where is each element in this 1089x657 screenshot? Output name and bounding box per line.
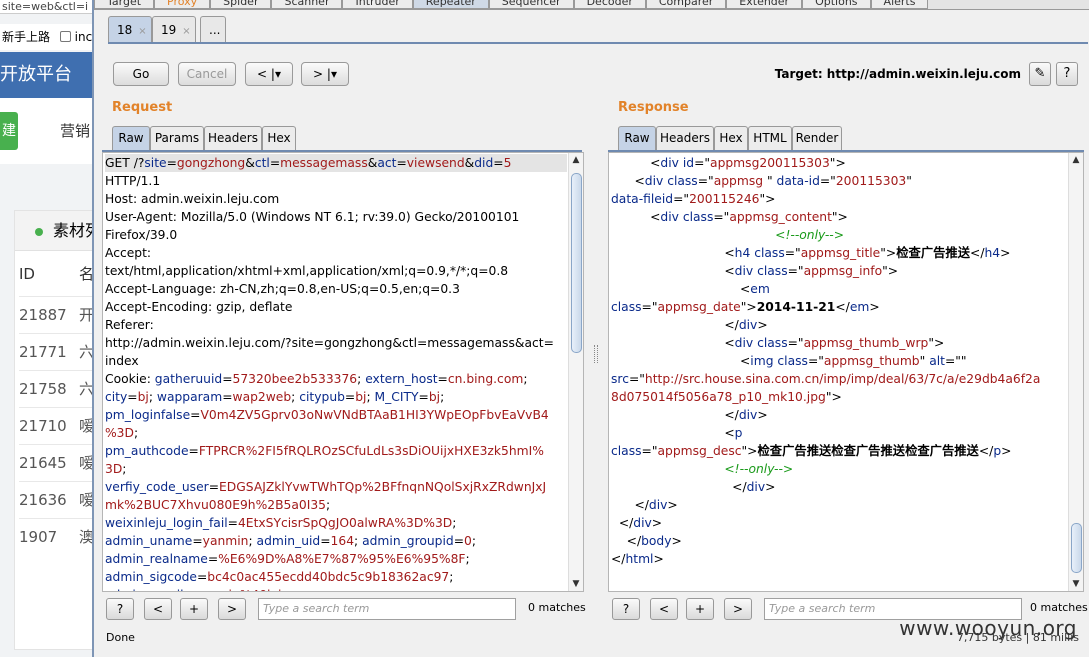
search-add-button[interactable]: + [686, 598, 714, 620]
help-icon[interactable]: ? [1056, 62, 1078, 86]
close-icon[interactable]: × [182, 26, 190, 37]
browser-url-bar[interactable]: site=web&ctl=i [0, 0, 95, 14]
request-text[interactable]: GET /?site=gongzhong&ctl=messagemass&act… [103, 153, 567, 591]
scroll-down-arrow-icon[interactable]: ▼ [1069, 577, 1083, 591]
burp-repeater-window: Target Proxy Spider Scanner Intruder Repeater… [92, 0, 1089, 657]
tab-target[interactable]: Target [94, 0, 155, 9]
table-row[interactable]: 21645 嗳 [19, 444, 95, 481]
new-tab-button[interactable]: ... [200, 16, 226, 42]
table-row[interactable]: 21636 嗳 [19, 481, 95, 518]
table-row[interactable]: 21758 六 [19, 370, 95, 407]
menu-marketing[interactable]: 营销 [60, 120, 90, 141]
request-search-bar: ? < + > Type a search term 0 matches [106, 598, 586, 620]
request-tab-19[interactable]: 19 × [152, 16, 196, 42]
bookmark-inc[interactable]: inc [75, 30, 93, 44]
status-dot-icon [35, 228, 43, 236]
tab-intruder[interactable]: Intruder [342, 0, 413, 9]
target-label: Target: http://admin.weixin.leju.com [774, 67, 1021, 81]
response-tab-headers[interactable]: Headers [656, 126, 714, 150]
tab-repeater[interactable]: Repeater [412, 0, 489, 9]
request-editor[interactable]: GET /?site=gongzhong&ctl=messagemass&act… [102, 152, 584, 592]
platform-header: 开放平台 [0, 52, 95, 98]
bookmarks-bar: 新手上路 inc [0, 24, 95, 50]
scroll-down-arrow-icon[interactable]: ▼ [569, 577, 583, 591]
table-row[interactable]: 21887 开 [19, 296, 95, 333]
request-tab-raw[interactable]: Raw [112, 126, 150, 150]
request-match-count: 0 matches [528, 601, 586, 614]
response-title: Response [618, 100, 689, 115]
request-search-input[interactable]: Type a search term [258, 598, 516, 620]
scroll-up-arrow-icon[interactable]: ▲ [1069, 153, 1083, 167]
request-tab-18[interactable]: 18 × [108, 16, 152, 42]
back-button[interactable]: < |▾ [245, 62, 293, 86]
search-next-button[interactable]: > [724, 598, 752, 620]
tab-divider [108, 42, 1088, 44]
close-icon[interactable]: × [138, 26, 146, 37]
search-help-button[interactable]: ? [612, 598, 640, 620]
scroll-thumb[interactable] [1071, 523, 1082, 573]
material-panel-header: 素材列 [15, 211, 95, 251]
response-scrollbar[interactable]: ▲ ▼ [1068, 153, 1083, 591]
tool-tabs: Target Proxy Spider Scanner Intruder Repeater… [94, 0, 1089, 10]
response-text[interactable]: <div id="appmsg200115303"> <div class="a… [609, 153, 1067, 591]
request-tab-hex[interactable]: Hex [262, 126, 296, 150]
request-title: Request [112, 100, 173, 115]
tab-options[interactable]: Options [802, 0, 871, 9]
search-prev-button[interactable]: < [144, 598, 172, 620]
tab-sequencer[interactable]: Sequencer [488, 0, 574, 9]
watermark: www.wooyun.org [899, 616, 1077, 640]
response-editor[interactable]: <div id="appmsg200115303"> <div class="a… [608, 152, 1084, 592]
response-tab-html[interactable]: HTML [748, 126, 792, 150]
col-id: ID [19, 265, 35, 283]
search-next-button[interactable]: > [218, 598, 246, 620]
request-scrollbar[interactable]: ▲ ▼ [568, 153, 583, 591]
tab-scanner[interactable]: Scanner [271, 0, 343, 9]
scroll-up-arrow-icon[interactable]: ▲ [569, 153, 583, 167]
tab-proxy[interactable]: Proxy [154, 0, 211, 9]
tab-extender[interactable]: Extender [726, 0, 803, 9]
tab-spider[interactable]: Spider [210, 0, 272, 9]
request-tab-headers[interactable]: Headers [204, 126, 262, 150]
background-browser-page: site=web&ctl=i 新手上路 inc 开放平台 建 营销 素材列 ID… [0, 0, 95, 657]
platform-title: 开放平台 [0, 64, 72, 85]
search-prev-button[interactable]: < [650, 598, 678, 620]
table-row[interactable]: 1907 澳 [19, 518, 95, 555]
split-pane-handle[interactable] [594, 345, 598, 363]
material-table-header: ID 名 [19, 263, 95, 284]
cancel-button[interactable]: Cancel [178, 62, 236, 86]
edit-target-pencil-icon[interactable]: ✎ [1029, 62, 1051, 86]
go-button[interactable]: Go [113, 62, 169, 86]
tab-comparer[interactable]: Comparer [645, 0, 727, 9]
scroll-thumb[interactable] [571, 173, 582, 353]
response-tab-hex[interactable]: Hex [714, 126, 748, 150]
bookmark-beginner[interactable]: 新手上路 [2, 30, 50, 44]
search-help-button[interactable]: ? [106, 598, 134, 620]
table-row[interactable]: 21710 嗳 [19, 407, 95, 444]
bookmark-page-icon [59, 31, 71, 42]
response-match-count: 0 matches [1030, 601, 1088, 614]
tab-alerts[interactable]: Alerts [870, 0, 929, 9]
status-text: Done [106, 631, 135, 644]
response-tab-render[interactable]: Render [792, 126, 842, 150]
request-tab-params[interactable]: Params [150, 126, 204, 150]
tab-decoder[interactable]: Decoder [573, 0, 646, 9]
create-button[interactable]: 建 [0, 112, 18, 150]
table-row[interactable]: 21771 六 [19, 333, 95, 370]
forward-button[interactable]: > |▾ [301, 62, 349, 86]
response-tab-raw[interactable]: Raw [618, 126, 656, 150]
material-panel: 素材列 ID 名 21887 开 21771 六 21758 六 21710 嗳 2164… [14, 210, 95, 650]
search-add-button[interactable]: + [180, 598, 208, 620]
